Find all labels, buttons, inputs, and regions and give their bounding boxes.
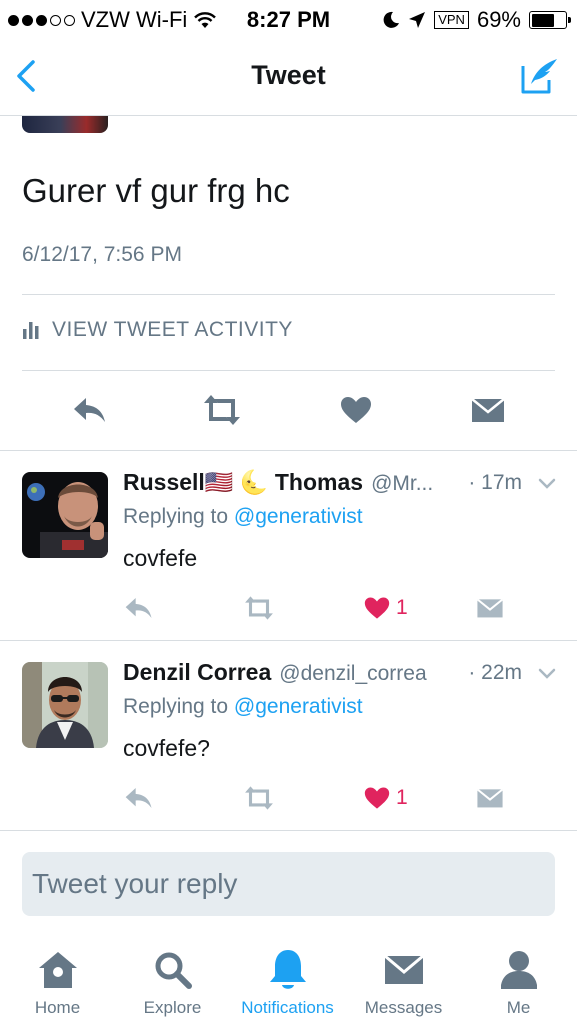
direct-message-button[interactable] [468,390,508,430]
tab-home[interactable]: Home [0,948,115,1018]
author-name[interactable]: Denzil Correa [123,659,271,686]
like-count: 1 [396,786,408,809]
tab-messages[interactable]: Messages [346,948,461,1018]
tab-label: Explore [143,998,202,1017]
battery-icon [529,11,571,29]
replying-to: Replying to @generativist [123,695,363,719]
home-icon [38,952,77,988]
tab-explore[interactable]: Explore [115,948,230,1018]
reply-header: Denzil Correa @denzil_correa [123,659,427,686]
bar-chart-icon [23,322,39,339]
replying-to-label: Replying to [123,695,229,718]
reply-actions: 1 [0,593,577,623]
reply-time: · 22m [468,661,522,684]
mention-link[interactable]: @generativist [234,695,363,718]
view-tweet-activity-link[interactable]: VIEW TWEET ACTIVITY [22,318,293,342]
retweet-button[interactable] [242,593,276,623]
status-right-group: VPN 69% [382,7,571,33]
reply-icon [125,788,152,808]
vpn-badge: VPN [434,11,469,29]
direct-message-button[interactable] [476,783,504,813]
reply-text: covfefe? [123,735,210,761]
envelope-icon [476,788,504,808]
tab-label: Notifications [241,998,334,1017]
reply-icon [74,398,105,422]
author-name[interactable]: Russell🇺🇸 🌜 Thomas [123,469,363,496]
status-bar: VZW Wi-Fi 8:27 PM VPN 69% [0,0,577,38]
replying-to: Replying to @generativist [123,505,363,529]
tweet-timestamp: 6/12/17, 7:56 PM [22,243,182,266]
avatar[interactable] [22,472,108,558]
heart-icon [364,787,390,809]
reply-header: Russell🇺🇸 🌜 Thomas @Mr... [123,469,433,496]
person-icon [500,951,537,989]
envelope-icon [471,398,505,422]
tab-notifications[interactable]: Notifications [230,948,345,1018]
tab-bar: Home Explore Notifications Messages Me [0,934,577,1024]
tab-label: Me [506,998,531,1017]
nav-header: Tweet [0,38,577,116]
reply-actions: 1 [0,783,577,813]
retweet-icon [204,395,240,425]
view-tweet-activity-label: VIEW TWEET ACTIVITY [52,318,293,341]
moon-icon [383,11,400,28]
envelope-icon [383,954,424,984]
retweet-icon [245,596,273,620]
tab-label: Home [34,998,81,1017]
reply-tweet[interactable]: Denzil Correa @denzil_correa · 22m Reply… [0,641,577,831]
mention-link[interactable]: @generativist [234,505,363,528]
chevron-down-icon[interactable] [537,667,557,681]
divider [22,370,555,371]
reply-tweet[interactable]: Russell🇺🇸 🌜 Thomas @Mr... · 17m Replying… [0,451,577,641]
reply-text: covfefe [123,545,198,571]
avatar[interactable] [22,662,108,748]
envelope-icon [476,598,504,618]
location-arrow-icon [409,12,426,28]
direct-message-button[interactable] [476,593,504,623]
reply-input[interactable]: Tweet your reply [22,852,555,916]
author-avatar[interactable] [22,116,108,133]
author-handle[interactable]: @denzil_correa [279,662,426,686]
tab-label: Messages [364,998,443,1017]
like-button[interactable]: 1 [364,783,408,813]
retweet-button[interactable] [242,783,276,813]
divider [0,830,577,831]
tab-me[interactable]: Me [461,948,576,1018]
bell-icon [269,950,306,989]
divider [22,294,555,295]
reply-button[interactable] [70,390,110,430]
reply-button[interactable] [124,593,154,623]
like-button[interactable]: 1 [364,593,408,623]
heart-icon [364,597,390,619]
reply-icon [125,598,152,618]
author-handle[interactable]: @Mr... [371,472,433,496]
like-count: 1 [396,596,408,619]
tweet-actions [0,390,577,430]
reply-time: · 17m [468,471,522,494]
like-button[interactable] [336,390,376,430]
heart-icon [341,397,371,423]
tweet-text: Gurer vf gur frg hc [22,172,290,209]
retweet-icon [245,786,273,810]
search-icon [155,952,192,989]
reply-button[interactable] [124,783,154,813]
chevron-down-icon[interactable] [537,477,557,491]
battery-percent: 69% [476,7,521,32]
replying-to-label: Replying to [123,505,229,528]
compose-tweet-icon[interactable] [519,56,559,96]
retweet-button[interactable] [200,390,244,430]
reply-input-placeholder: Tweet your reply [32,868,238,899]
page-title: Tweet [251,60,326,90]
